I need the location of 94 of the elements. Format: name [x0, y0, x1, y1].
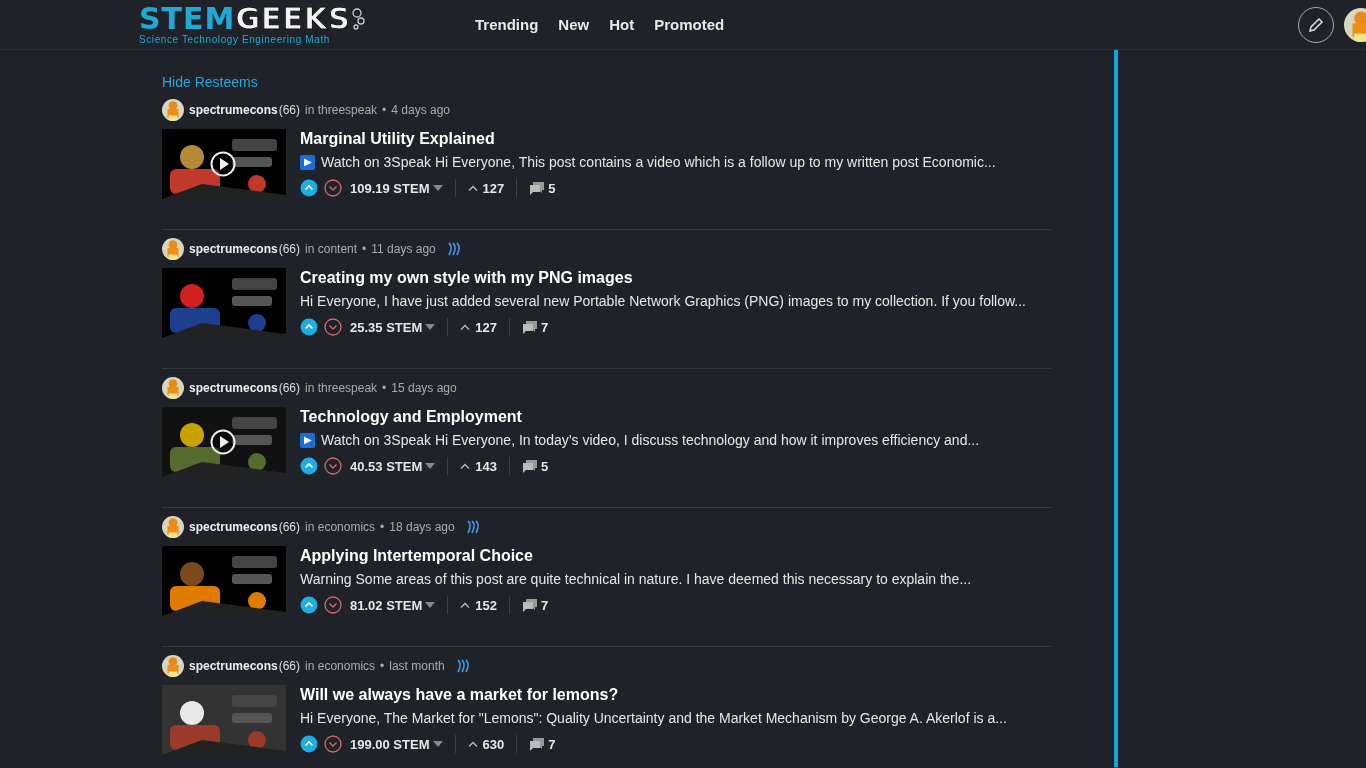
- author-name[interactable]: spectrumecons: [189, 381, 278, 395]
- post-title[interactable]: Will we always have a market for lemons?: [300, 685, 1007, 705]
- upvote-icon[interactable]: [300, 179, 318, 197]
- comment-count[interactable]: 5: [540, 458, 549, 474]
- post-excerpt[interactable]: Watch on 3Speak Hi Everyone, This post contains a video which is a follow up to my written post Economic...: [321, 153, 996, 171]
- downvote-icon[interactable]: [324, 179, 342, 197]
- author-name[interactable]: spectrumecons: [189, 659, 278, 673]
- post-excerpt[interactable]: Warning Some areas of this post are quite technical in nature. I have deemed this necessary to explain the...: [300, 570, 972, 588]
- vote-count[interactable]: 152: [475, 597, 497, 613]
- author-name[interactable]: spectrumecons: [189, 520, 278, 534]
- community-link[interactable]: in economics: [305, 520, 376, 534]
- payout-amount[interactable]: 81.02 STEM: [350, 597, 423, 613]
- upvote-icon[interactable]: [300, 318, 318, 336]
- comment-count[interactable]: 7: [540, 597, 549, 613]
- post-title[interactable]: Applying Intertemporal Choice: [300, 546, 972, 566]
- payout-amount[interactable]: 25.35 STEM: [350, 319, 423, 335]
- play-icon[interactable]: [210, 151, 236, 177]
- comment-count[interactable]: 7: [540, 319, 549, 335]
- comments-icon: [521, 320, 538, 334]
- nav-link[interactable]: New: [548, 16, 600, 33]
- upvote-icon[interactable]: [300, 596, 318, 614]
- post-title[interactable]: Marginal Utility Explained: [300, 129, 996, 149]
- nav-link[interactable]: Trending: [465, 16, 549, 33]
- author-name[interactable]: spectrumecons: [189, 242, 278, 256]
- avatar-icon[interactable]: [162, 516, 184, 538]
- logo-text[interactable]: GEEKS: [235, 4, 351, 34]
- vote-count[interactable]: 630: [482, 736, 505, 752]
- vote-count[interactable]: 127: [482, 180, 505, 196]
- nav-link[interactable]: Hot: [599, 16, 645, 33]
- author-reputation: (66): [278, 381, 301, 395]
- comment-count[interactable]: 7: [548, 736, 556, 752]
- separator-dot: •: [380, 659, 385, 673]
- author-reputation: (66): [278, 659, 301, 673]
- play-icon[interactable]: [210, 429, 236, 455]
- payout-amount[interactable]: 40.53 STEM: [350, 458, 423, 474]
- comments-icon: [529, 181, 546, 195]
- logo-tagline: Science Technology Engineering Math: [139, 35, 331, 45]
- author-name[interactable]: spectrumecons: [189, 103, 278, 117]
- chevron-up-icon: [467, 741, 478, 747]
- comments-icon: [521, 459, 538, 473]
- chevron-up-icon: [460, 463, 471, 469]
- chevron-up-icon: [460, 324, 471, 330]
- vote-count[interactable]: 143: [475, 458, 497, 474]
- post-time: 11 days ago: [371, 242, 436, 256]
- caret-icon[interactable]: [425, 463, 436, 469]
- post-excerpt[interactable]: Hi Everyone, The Market for "Lemons": Quality Uncertainty and the Market Mechanism by George A. Akerlof is a...: [300, 709, 1007, 727]
- separator-dot: •: [382, 103, 387, 117]
- bubbles-icon: [350, 8, 365, 30]
- logo-text[interactable]: STEM: [139, 4, 236, 34]
- vote-count[interactable]: 127: [475, 319, 497, 335]
- downvote-icon[interactable]: [324, 735, 342, 753]
- chevron-up-icon: [460, 602, 471, 608]
- upvote-icon[interactable]: [300, 457, 318, 475]
- author-reputation: (66): [278, 242, 301, 256]
- community-link[interactable]: in economics: [305, 659, 376, 673]
- upvote-icon[interactable]: [300, 735, 318, 753]
- caret-icon[interactable]: [425, 602, 436, 608]
- avatar-icon[interactable]: [162, 655, 184, 677]
- downvote-icon[interactable]: [324, 596, 342, 614]
- caret-icon[interactable]: [432, 741, 443, 747]
- downvote-icon[interactable]: [324, 318, 342, 336]
- payout-amount[interactable]: 199.00 STEM: [350, 736, 430, 752]
- hide-resteems-link[interactable]: Hide Resteems: [162, 74, 258, 90]
- community-link[interactable]: in threespeak: [305, 381, 378, 395]
- author-reputation: (66): [278, 520, 301, 534]
- video-badge: ▶: [300, 154, 315, 170]
- community-link[interactable]: in content: [305, 242, 358, 256]
- comments-icon: [521, 598, 538, 612]
- separator-dot: •: [382, 381, 387, 395]
- post-title[interactable]: Technology and Employment: [300, 407, 980, 427]
- separator-dot: •: [380, 520, 385, 534]
- author-reputation: (66): [278, 103, 301, 117]
- video-badge: ▶: [300, 432, 315, 448]
- post-time: 15 days ago: [391, 381, 457, 395]
- caret-icon[interactable]: [432, 185, 443, 191]
- pencil-icon: [1308, 16, 1324, 33]
- nav-link[interactable]: Promoted: [644, 16, 735, 33]
- payout-amount[interactable]: 109.19 STEM: [350, 180, 430, 196]
- separator-dot: •: [362, 242, 367, 256]
- comment-count[interactable]: 5: [548, 180, 556, 196]
- post-time: 18 days ago: [389, 520, 455, 534]
- community-link[interactable]: in threespeak: [305, 103, 378, 117]
- post-title[interactable]: Creating my own style with my PNG images: [300, 268, 1026, 288]
- avatar-icon[interactable]: [162, 99, 184, 121]
- chevron-up-icon: [467, 185, 478, 191]
- avatar-icon[interactable]: [162, 377, 184, 399]
- comments-icon: [529, 737, 546, 751]
- post-time: last month: [389, 659, 445, 673]
- post-time: 4 days ago: [391, 103, 450, 117]
- post-excerpt[interactable]: Hi Everyone, I have just added several new Portable Network Graphics (PNG) images to my collection. If you follow...: [300, 292, 1026, 310]
- post-excerpt[interactable]: Watch on 3Speak Hi Everyone, In today’s video, I discuss technology and how it improves efficiency and...: [321, 431, 980, 449]
- avatar-icon[interactable]: [162, 238, 184, 260]
- caret-icon[interactable]: [425, 324, 436, 330]
- downvote-icon[interactable]: [324, 457, 342, 475]
